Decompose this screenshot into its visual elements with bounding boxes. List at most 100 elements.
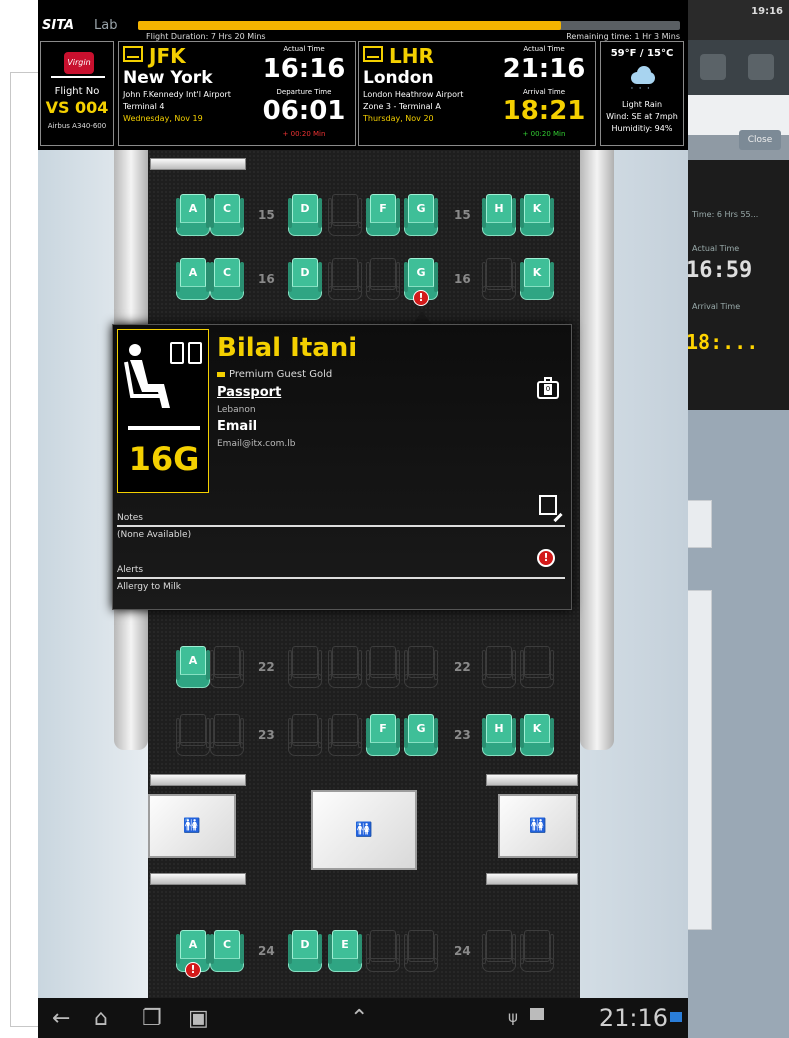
seat[interactable]: H	[482, 714, 516, 756]
seat[interactable]	[210, 714, 244, 756]
passport-link[interactable]: Passport	[217, 385, 281, 400]
seat[interactable]: F	[366, 194, 400, 236]
empty-seat-icon	[170, 342, 184, 364]
chevron-up-icon[interactable]: ⌃	[350, 1006, 368, 1031]
seat-letter: C	[222, 266, 232, 279]
seat[interactable]: K	[520, 194, 554, 236]
arrival-city: London	[363, 68, 434, 88]
weather-humidity: Humiditiy: 94%	[611, 124, 673, 133]
edit-notes-icon[interactable]	[539, 495, 563, 523]
seat[interactable]: A	[176, 194, 210, 236]
seat-letter: D	[300, 202, 310, 215]
seat[interactable]	[328, 194, 362, 236]
page-frame	[10, 72, 40, 1027]
lavatory[interactable]: 🚻	[498, 794, 578, 858]
tier-card-icon	[217, 371, 225, 377]
lavatory[interactable]: 🚻	[148, 794, 236, 858]
seat[interactable]: K	[520, 714, 554, 756]
seat[interactable]	[482, 930, 516, 972]
background-yellow-time: 18:...	[686, 330, 759, 354]
seat-letter: A	[188, 938, 198, 951]
seat[interactable]: G	[404, 194, 438, 236]
alerts-value: Allergy to Milk	[117, 582, 182, 592]
seat[interactable]	[328, 714, 362, 756]
seat[interactable]	[366, 646, 400, 688]
baggage-icon[interactable]: 0	[537, 377, 559, 399]
wifi-icon	[670, 1012, 682, 1022]
seat-letter: D	[300, 938, 310, 951]
galley-shelf	[150, 158, 246, 170]
seat[interactable]	[404, 646, 438, 688]
home-icon[interactable]: ⌂	[94, 1006, 108, 1031]
edit-alerts-icon[interactable]: !	[537, 549, 555, 567]
departure-airport: John F.Kennedy Int'l Airport	[123, 90, 231, 99]
lavatory[interactable]: 🚻	[311, 790, 417, 870]
notes-value: (None Available)	[117, 530, 192, 540]
arrival-code: LHR	[389, 44, 434, 68]
seat[interactable]: D	[288, 194, 322, 236]
seat-letter: A	[188, 202, 198, 215]
seat[interactable]	[328, 258, 362, 300]
screenshot-icon[interactable]: ▣	[188, 1006, 209, 1031]
background-time-text: Time: 6 Hrs 55...	[692, 210, 759, 219]
popup-pointer	[413, 311, 431, 324]
restroom-icon: 🚻	[183, 818, 201, 834]
seat[interactable]	[288, 714, 322, 756]
seat[interactable]	[328, 646, 362, 688]
arrival-scheduled-label: Arrival Time	[522, 88, 566, 96]
seat[interactable]: A	[176, 646, 210, 688]
mail-icon	[530, 1008, 544, 1020]
seat[interactable]	[210, 646, 244, 688]
refresh-icon	[700, 54, 726, 80]
seat[interactable]	[520, 646, 554, 688]
seat[interactable]: G!	[404, 258, 438, 306]
flight-info-box: Virgin Flight No VS 004 Airbus A340-600	[40, 41, 114, 146]
seat[interactable]	[404, 930, 438, 972]
row-number: 15	[454, 208, 471, 222]
seat[interactable]: K	[520, 258, 554, 300]
seat-letter: K	[532, 722, 542, 735]
seat[interactable]: F	[366, 714, 400, 756]
galley-shelf	[150, 774, 246, 786]
background-close-button: Close	[739, 130, 781, 150]
arrival-airport: London Heathrow Airport	[363, 90, 464, 99]
seat[interactable]: H	[482, 194, 516, 236]
seat[interactable]	[366, 258, 400, 300]
flight-duration: Flight Duration: 7 Hrs 20 Mins	[146, 32, 266, 41]
background-topbar: 19:16	[686, 0, 789, 40]
row-number: 22	[258, 660, 275, 674]
arrival-delay: + 00:20 Min	[522, 130, 566, 138]
arrival-box: LHR London London Heathrow Airport Zone …	[358, 41, 596, 146]
seat[interactable]: C	[210, 194, 244, 236]
baggage-count: 0	[544, 384, 552, 395]
sita-lab-label: Lab	[94, 18, 118, 33]
loyalty-tier-label: Premium Guest Gold	[229, 369, 333, 380]
logo-divider	[51, 76, 105, 78]
seat-card-divider	[128, 426, 200, 430]
seat[interactable]	[176, 714, 210, 756]
sita-logo: SITA	[42, 18, 75, 33]
seat[interactable]: A!	[176, 930, 210, 978]
seat[interactable]	[482, 258, 516, 300]
seat-letter: K	[532, 202, 542, 215]
seat[interactable]	[520, 930, 554, 972]
passenger-name: Bilal Itani	[217, 333, 358, 363]
departure-actual-label: Actual Time	[283, 45, 325, 53]
seat[interactable]: D	[288, 258, 322, 300]
seat[interactable]	[288, 646, 322, 688]
back-icon[interactable]: ←	[52, 1006, 70, 1031]
seat[interactable]: G	[404, 714, 438, 756]
row-number: 24	[258, 944, 275, 958]
seat[interactable]: A	[176, 258, 210, 300]
seat[interactable]: E	[328, 930, 362, 972]
seat[interactable]: D	[288, 930, 322, 972]
seat[interactable]: C	[210, 258, 244, 300]
seat[interactable]	[366, 930, 400, 972]
seat[interactable]: C	[210, 930, 244, 972]
remaining-time: Remaining time: 1 Hr 3 Mins	[566, 32, 680, 41]
alerts-divider	[117, 577, 565, 579]
android-navbar: ← ⌂ ❐ ▣ ⌃ ψ 21:16	[38, 998, 688, 1038]
recent-apps-icon[interactable]: ❐	[142, 1006, 162, 1031]
seat[interactable]	[482, 646, 516, 688]
departure-delay: + 00:20 Min	[282, 130, 326, 138]
